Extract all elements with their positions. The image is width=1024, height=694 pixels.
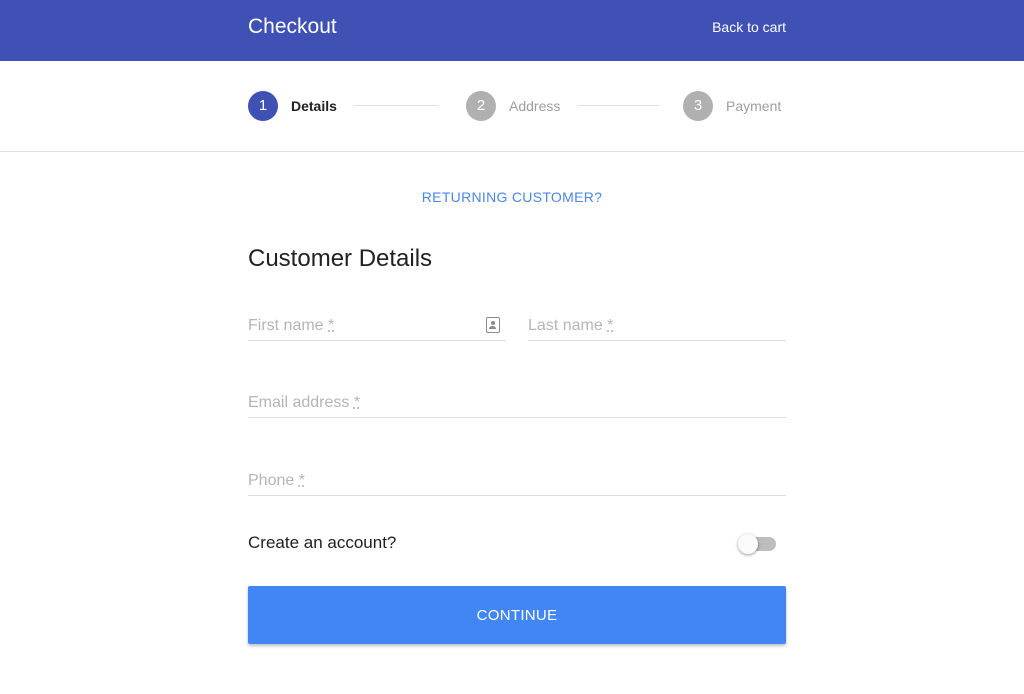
step-label: Details [291, 98, 337, 114]
customer-details-heading: Customer Details [248, 245, 433, 272]
email-input[interactable] [248, 390, 786, 416]
step-details[interactable]: 1 Details [248, 91, 337, 121]
step-payment[interactable]: 3 Payment [683, 91, 781, 121]
phone-field: Phone * [248, 468, 786, 496]
checkout-stepper: 1 Details 2 Address 3 Payment [0, 61, 1024, 152]
back-to-cart-link[interactable]: Back to cart [712, 18, 786, 36]
step-label: Payment [726, 98, 782, 114]
first-name-field: First name * [248, 313, 506, 341]
contact-card-icon[interactable] [486, 317, 500, 333]
phone-input[interactable] [248, 468, 786, 494]
returning-customer-row: RETURNING CUSTOMER? [0, 188, 1024, 206]
step-connector [577, 105, 659, 106]
step-number: 3 [683, 91, 713, 121]
returning-customer-link[interactable]: RETURNING CUSTOMER? [422, 189, 602, 205]
app-header: Checkout Back to cart [0, 0, 1024, 61]
create-account-toggle[interactable] [738, 534, 778, 554]
step-connector [353, 105, 439, 106]
step-address[interactable]: 2 Address [466, 91, 560, 121]
email-field: Email address * [248, 390, 786, 418]
step-number: 2 [466, 91, 496, 121]
step-number: 1 [248, 91, 278, 121]
toggle-thumb [738, 534, 758, 554]
first-name-input[interactable] [248, 313, 506, 339]
create-account-label: Create an account? [248, 533, 397, 552]
last-name-field: Last name * [528, 313, 786, 341]
page-title: Checkout [248, 15, 337, 38]
continue-button[interactable]: CONTINUE [248, 586, 786, 644]
last-name-input[interactable] [528, 313, 786, 339]
step-label: Address [509, 98, 561, 114]
